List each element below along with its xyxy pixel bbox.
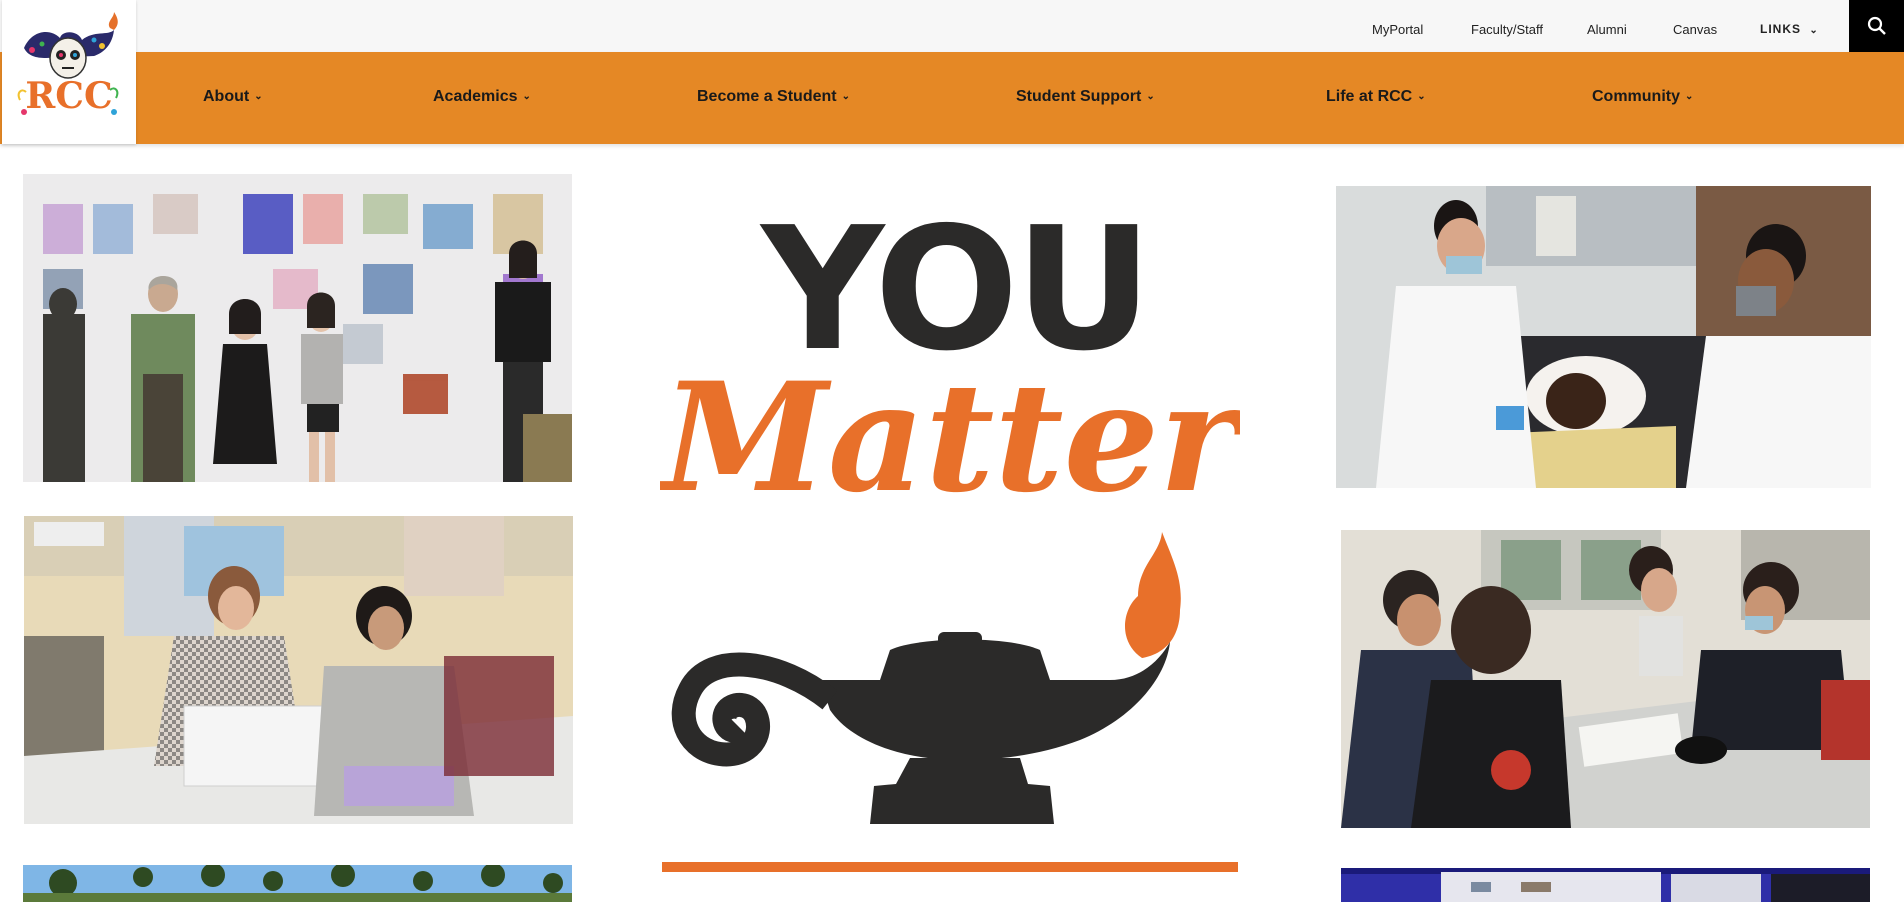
links-menu-label: LINKS <box>1760 22 1801 36</box>
nav-academics[interactable]: Academics ⌄ <box>433 88 531 106</box>
chevron-down-icon: ⌄ <box>522 91 531 102</box>
photo-nursing-simulation <box>1336 186 1871 488</box>
photo-computer-lab <box>1341 868 1870 902</box>
nav-about[interactable]: About ⌄ <box>203 88 263 106</box>
search-button[interactable] <box>1849 0 1904 52</box>
hero-matter-text: Matter <box>660 350 1240 526</box>
nav-life-at-rcc[interactable]: Life at RCC ⌄ <box>1326 88 1426 106</box>
nav-label: Community <box>1592 88 1680 105</box>
search-icon <box>1867 16 1886 35</box>
main-nav: About ⌄ Academics ⌄ Become a Student ⌄ Stud… <box>0 52 1904 144</box>
chevron-down-icon: ⌄ <box>841 91 850 102</box>
photo-advising <box>24 516 573 824</box>
nav-label: Student Support <box>1016 88 1142 105</box>
nav-student-support[interactable]: Student Support ⌄ <box>1016 88 1155 106</box>
chevron-down-icon: ⌄ <box>1685 91 1694 102</box>
nav-become-a-student[interactable]: Become a Student ⌄ <box>697 88 850 106</box>
chevron-down-icon: ⌄ <box>1146 91 1155 102</box>
nav-label: Life at RCC <box>1326 88 1413 105</box>
nav-label: Academics <box>433 88 518 105</box>
utility-link-myportal[interactable]: MyPortal <box>1372 22 1423 37</box>
utility-link-alumni[interactable]: Alumni <box>1587 22 1627 37</box>
nav-label: About <box>203 88 250 105</box>
you-matter-graphic: YOU Matter <box>657 180 1248 880</box>
page: { "utility_links": [ {"label": "MyPortal… <box>0 0 1904 902</box>
photo-classroom <box>1341 530 1870 828</box>
utility-link-canvas[interactable]: Canvas <box>1673 22 1717 37</box>
chevron-down-icon: ⌄ <box>1809 25 1819 36</box>
links-menu-button[interactable]: LINKS ⌄ <box>1760 22 1819 36</box>
chevron-down-icon: ⌄ <box>254 91 263 102</box>
rcc-logo[interactable]: RCC <box>2 0 136 144</box>
photo-campus-palms <box>23 865 572 902</box>
chevron-down-icon: ⌄ <box>1417 91 1426 102</box>
nav-community[interactable]: Community ⌄ <box>1592 88 1693 106</box>
utility-link-faculty-staff[interactable]: Faculty/Staff <box>1471 22 1543 37</box>
utility-bar: MyPortal Faculty/Staff Alumni Canvas LIN… <box>0 0 1904 52</box>
sugar-skull-icon: RCC <box>17 12 119 117</box>
nav-label: Become a Student <box>697 88 837 105</box>
logo-text: RCC <box>25 75 112 117</box>
photo-art-gallery <box>23 174 572 482</box>
